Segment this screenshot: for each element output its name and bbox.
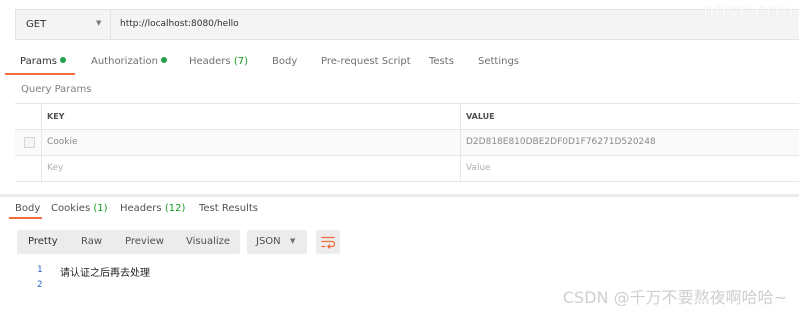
view-pretty-button[interactable]: Pretty bbox=[28, 236, 58, 247]
url-input[interactable]: http://localhost:8080/hello bbox=[120, 19, 239, 29]
tab-count: (12) bbox=[164, 203, 186, 214]
key-column-header: KEY bbox=[42, 104, 461, 129]
active-tab-indicator bbox=[5, 73, 75, 75]
active-dot-icon bbox=[160, 57, 167, 63]
watermark-logo: DDKK.COM bbox=[702, 5, 795, 21]
wrap-lines-icon bbox=[321, 236, 336, 249]
chevron-down-icon: ▼ bbox=[290, 237, 296, 245]
tab-params[interactable]: Params bbox=[20, 56, 66, 67]
request-bar: GET ▼ http://localhost:8080/hello bbox=[15, 9, 799, 40]
tab-count: (1) bbox=[93, 203, 108, 214]
view-preview-button[interactable]: Preview bbox=[125, 236, 164, 247]
tab-label: Cookies bbox=[51, 203, 91, 214]
response-code-line: 请认证之后再去处理 bbox=[60, 268, 150, 279]
table-row: Cookie D2D818E810DBE2DF0D1F76271D520248 bbox=[15, 129, 799, 155]
response-tabs: Body Cookies (1) Headers (12) Test Resul… bbox=[0, 200, 799, 222]
tab-settings[interactable]: Settings bbox=[478, 56, 519, 67]
view-mode-group: Pretty Raw Preview Visualize bbox=[17, 230, 240, 254]
value-cell[interactable]: D2D818E810DBE2DF0D1F76271D520248 bbox=[461, 130, 799, 155]
tab-label: Authorization bbox=[91, 56, 158, 67]
tab-headers[interactable]: Headers (7) bbox=[189, 56, 248, 67]
row-checkbox[interactable] bbox=[24, 137, 35, 148]
table-row-new: Key Value bbox=[15, 155, 799, 181]
active-response-tab-indicator bbox=[9, 217, 42, 219]
line-number: 1 bbox=[37, 265, 43, 275]
tab-body[interactable]: Body bbox=[272, 56, 297, 67]
tab-count: (7) bbox=[233, 56, 248, 67]
tab-pre-request-script[interactable]: Pre-request Script bbox=[321, 56, 411, 67]
tab-authorization[interactable]: Authorization bbox=[91, 56, 167, 67]
table-bottom-border bbox=[15, 181, 799, 182]
tab-label: Params bbox=[20, 56, 57, 67]
checkbox-column-header bbox=[15, 104, 42, 129]
view-raw-button[interactable]: Raw bbox=[81, 236, 102, 247]
row-checkbox-cell bbox=[15, 156, 42, 181]
key-placeholder: Key bbox=[47, 163, 64, 173]
table-header-row: KEY VALUE bbox=[15, 103, 799, 129]
response-tab-headers[interactable]: Headers (12) bbox=[120, 203, 185, 214]
response-tab-cookies[interactable]: Cookies (1) bbox=[51, 203, 108, 214]
chevron-down-icon: ▼ bbox=[96, 19, 102, 27]
response-tab-body[interactable]: Body bbox=[15, 203, 40, 214]
view-visualize-button[interactable]: Visualize bbox=[186, 236, 230, 247]
format-select[interactable]: JSON ▼ bbox=[247, 230, 307, 254]
value-header-label: VALUE bbox=[466, 112, 495, 121]
response-tab-test-results[interactable]: Test Results bbox=[199, 203, 258, 214]
divider[interactable] bbox=[0, 194, 799, 197]
wrap-lines-button[interactable] bbox=[316, 230, 340, 254]
key-input[interactable]: Key bbox=[42, 156, 461, 181]
query-params-title: Query Params bbox=[21, 84, 92, 95]
method-label: GET bbox=[26, 19, 47, 30]
key-header-label: KEY bbox=[47, 112, 65, 121]
tab-tests[interactable]: Tests bbox=[429, 56, 454, 67]
active-dot-icon bbox=[59, 57, 66, 63]
tab-label: Headers bbox=[189, 56, 231, 67]
key-cell[interactable]: Cookie bbox=[42, 130, 461, 155]
tab-label: Headers bbox=[120, 203, 162, 214]
method-select[interactable]: GET ▼ bbox=[16, 10, 111, 39]
watermark-text: CSDN @千万不要熬夜啊哈哈~ bbox=[562, 288, 787, 307]
value-column-header: VALUE bbox=[461, 104, 799, 129]
row-checkbox-cell bbox=[15, 130, 42, 155]
format-label: JSON bbox=[256, 236, 281, 247]
param-key: Cookie bbox=[47, 137, 78, 147]
value-placeholder: Value bbox=[466, 163, 491, 173]
line-number: 2 bbox=[37, 280, 43, 290]
param-value: D2D818E810DBE2DF0D1F76271D520248 bbox=[466, 137, 656, 147]
value-input[interactable]: Value bbox=[461, 156, 799, 181]
